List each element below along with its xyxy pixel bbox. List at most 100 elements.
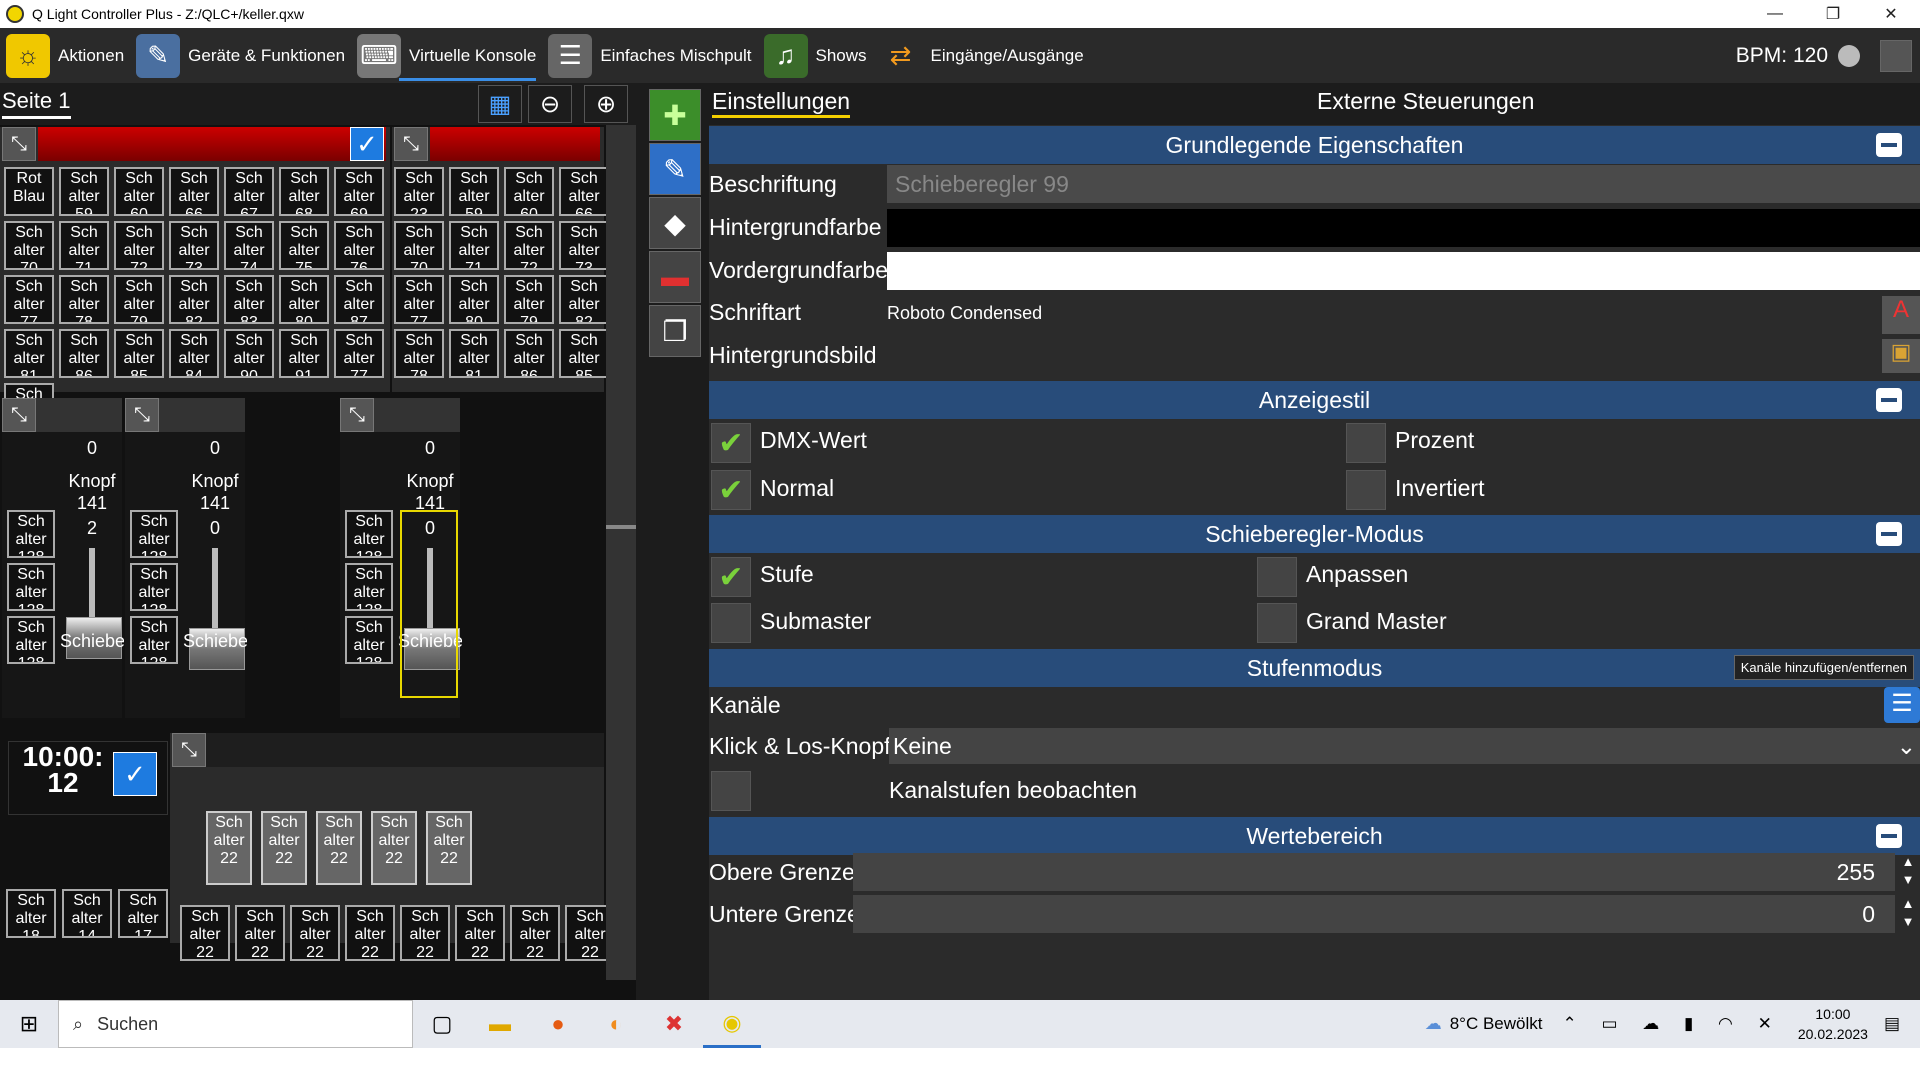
collapse-icon[interactable]: ⤡: [2, 127, 36, 161]
edit-icon[interactable]: ✎: [649, 143, 701, 195]
colorful-app-icon[interactable]: ✖: [645, 1000, 703, 1048]
switch-button[interactable]: Sch alter 70: [4, 221, 54, 270]
collapse-icon[interactable]: ⤡: [172, 733, 206, 767]
switch-button[interactable]: Sch alter 91: [279, 329, 329, 378]
lower-limit-spinbox[interactable]: 0: [853, 895, 1895, 933]
channels-list-icon[interactable]: ☰: [1884, 687, 1920, 723]
switch-button[interactable]: Sch alter 22: [426, 811, 472, 885]
switch-button[interactable]: Sch alter 85: [559, 329, 609, 378]
normal-checkbox[interactable]: ✔: [711, 470, 751, 510]
toolbar-functions[interactable]: ☼ Aktionen: [0, 28, 130, 83]
switch-button[interactable]: Sch alter 85: [114, 329, 164, 378]
fg-color-swatch[interactable]: [887, 252, 1920, 290]
switch-button[interactable]: Sch alter 128: [7, 616, 55, 664]
switch-button[interactable]: Sch alter 77: [394, 275, 444, 324]
switch-button[interactable]: Sch alter 90: [224, 329, 274, 378]
toolbar-shows[interactable]: ♫ Shows: [758, 28, 873, 83]
switch-button[interactable]: Sch alter 18: [6, 889, 56, 938]
switch-button[interactable]: Sch alter 60: [114, 167, 164, 216]
collapse-icon[interactable]: ⤡: [2, 398, 36, 432]
switch-button[interactable]: Sch alter 60: [504, 167, 554, 216]
switch-button[interactable]: Sch alter 72: [114, 221, 164, 270]
switch-button[interactable]: Sch alter 22: [371, 811, 417, 885]
image-picker-icon[interactable]: ▣: [1882, 339, 1920, 373]
switch-button[interactable]: Sch alter 22: [180, 905, 230, 961]
switch-button[interactable]: Sch alter 22: [316, 811, 362, 885]
switch-button[interactable]: Sch alter 81: [4, 329, 54, 378]
knob-value[interactable]: 0: [62, 438, 122, 459]
collapse-section-icon[interactable]: [1876, 133, 1902, 157]
flash-select[interactable]: Keine ⌄: [889, 728, 1920, 764]
enable-checkbox[interactable]: ✓: [350, 127, 384, 161]
tab-settings[interactable]: Einstellungen: [712, 88, 851, 118]
app-icon[interactable]: ◐: [587, 1000, 645, 1048]
switch-button[interactable]: Sch alter 75: [279, 221, 329, 270]
switch-button[interactable]: Sch alter 22: [261, 811, 307, 885]
grandmaster-checkbox[interactable]: [1257, 603, 1297, 643]
knob-label[interactable]: Knopf 141: [400, 470, 460, 514]
lower-limit-arrows-icon[interactable]: ▲ ▼: [1896, 895, 1920, 933]
scrollbar-handle[interactable]: [606, 525, 636, 529]
switch-button[interactable]: Sch alter 71: [59, 221, 109, 270]
frame-header[interactable]: [38, 127, 386, 161]
switch-button[interactable]: Sch alter 128: [130, 616, 178, 664]
switch-button[interactable]: Sch alter 73: [169, 221, 219, 270]
switch-button[interactable]: Sch alter 86: [504, 329, 554, 378]
switch-button[interactable]: Sch alter 72: [504, 221, 554, 270]
knob-label[interactable]: Knopf 141: [185, 470, 245, 514]
font-picker-icon[interactable]: A: [1882, 296, 1920, 334]
explorer-icon[interactable]: ▬: [471, 1000, 529, 1048]
close-button[interactable]: ✕: [1862, 0, 1920, 28]
switch-button[interactable]: Sch alter 83: [224, 275, 274, 324]
knob-value[interactable]: 0: [185, 438, 245, 459]
bpm-indicator[interactable]: BPM: 120: [1736, 28, 1860, 83]
toolbar-io[interactable]: ⇄ Eingänge/Ausgänge: [873, 28, 1090, 83]
remove-icon[interactable]: ▬: [649, 251, 701, 303]
inverted-checkbox[interactable]: [1346, 470, 1386, 510]
frame-header[interactable]: [430, 127, 600, 161]
switch-button[interactable]: Sch alter 79: [114, 275, 164, 324]
start-icon[interactable]: ⊞: [0, 1000, 58, 1048]
switch-button[interactable]: Sch alter 74: [224, 221, 274, 270]
switch-button[interactable]: Sch alter 87: [334, 275, 384, 324]
toolbar-fixtures[interactable]: ✎ Geräte & Funktionen: [130, 28, 351, 83]
switch-button[interactable]: Sch alter 22: [400, 905, 450, 961]
upper-limit-spinbox[interactable]: 255: [853, 853, 1895, 891]
toolbar-virtual-console[interactable]: ⌨ Virtuelle Konsole: [351, 28, 542, 83]
switch-button[interactable]: Sch alter 78: [59, 275, 109, 324]
tray-icons[interactable]: ⌃ ▭ ☁ ▮ ◠ ✕: [1563, 1014, 1782, 1034]
switch-button[interactable]: Sch alter 22: [510, 905, 560, 961]
percent-checkbox[interactable]: [1346, 423, 1386, 463]
switch-button[interactable]: Sch alter 23: [394, 167, 444, 216]
copy-icon[interactable]: ❐: [649, 305, 701, 357]
bpm-tap-button[interactable]: [1880, 40, 1912, 72]
restore-button[interactable]: ❐: [1804, 0, 1862, 28]
switch-button[interactable]: Sch alter 76: [334, 221, 384, 270]
switch-button[interactable]: Rot Blau: [4, 167, 54, 216]
switch-button[interactable]: Sch alter 82: [559, 275, 609, 324]
toolbar-simple-desk[interactable]: ☰ Einfaches Mischpult: [542, 28, 757, 83]
adjust-checkbox[interactable]: [1257, 557, 1297, 597]
switch-button[interactable]: Sch alter 78: [394, 329, 444, 378]
dmx-checkbox[interactable]: ✔: [711, 423, 751, 463]
collapse-icon[interactable]: ⤡: [125, 398, 159, 432]
notification-icon[interactable]: ▤: [1884, 1014, 1900, 1034]
monitor-checkbox[interactable]: [711, 771, 751, 811]
switch-button[interactable]: Sch alter 80: [449, 275, 499, 324]
console-scrollbar[interactable]: [606, 125, 636, 980]
qlc-taskbar-icon[interactable]: ◉: [703, 1000, 761, 1048]
frame-header[interactable]: [206, 733, 604, 767]
page-tab[interactable]: Seite 1: [2, 88, 71, 119]
switch-button[interactable]: Sch alter 59: [449, 167, 499, 216]
switch-button[interactable]: Sch alter 71: [449, 221, 499, 270]
tab-external[interactable]: Externe Steuerungen: [1317, 88, 1534, 115]
zoom-in-icon[interactable]: ⊕: [584, 85, 628, 123]
switch-button[interactable]: Sch alter 77: [4, 275, 54, 324]
switch-button[interactable]: Sch alter 70: [394, 221, 444, 270]
switch-button[interactable]: Sch alter 86: [59, 329, 109, 378]
clock-widget[interactable]: 10:00: 12 ✓: [8, 741, 168, 815]
switch-button[interactable]: Sch alter 77: [334, 329, 384, 378]
switch-button[interactable]: Sch alter 128: [345, 563, 393, 611]
switch-button[interactable]: Sch alter 128: [130, 510, 178, 558]
switch-button[interactable]: Sch alter 59: [59, 167, 109, 216]
